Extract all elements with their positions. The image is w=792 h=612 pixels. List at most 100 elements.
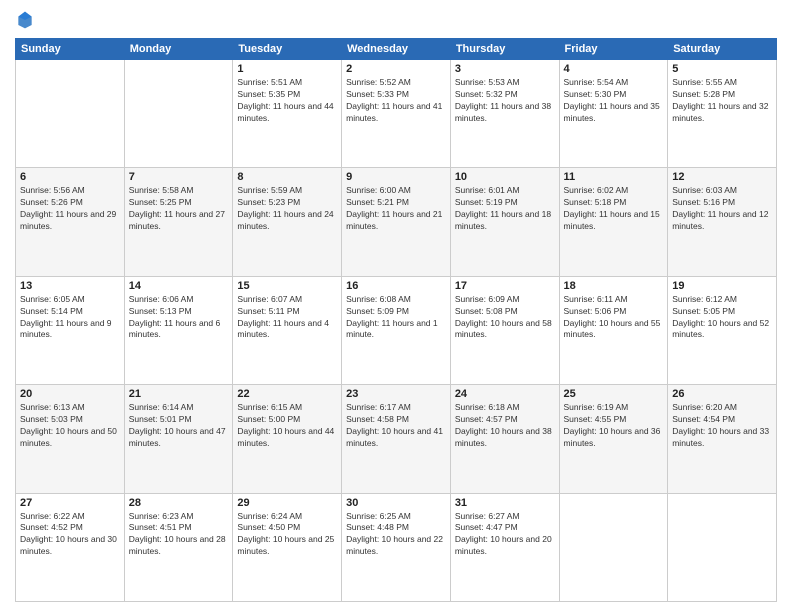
calendar-cell: 18 Sunrise: 6:11 AM Sunset: 5:06 PM Dayli… [559,276,668,384]
day-number: 20 [20,388,120,400]
day-info: Sunrise: 6:02 AM Sunset: 5:18 PM Dayligh… [564,185,664,233]
day-number: 29 [237,497,337,509]
calendar-cell: 10 Sunrise: 6:01 AM Sunset: 5:19 PM Dayli… [450,168,559,276]
logo-icon [15,10,35,30]
calendar-cell: 24 Sunrise: 6:18 AM Sunset: 4:57 PM Dayli… [450,385,559,493]
day-number: 1 [237,63,337,75]
day-info: Sunrise: 5:51 AM Sunset: 5:35 PM Dayligh… [237,77,337,125]
day-number: 7 [129,171,229,183]
day-info: Sunrise: 6:00 AM Sunset: 5:21 PM Dayligh… [346,185,446,233]
day-info: Sunrise: 6:13 AM Sunset: 5:03 PM Dayligh… [20,402,120,450]
weekday-header: Sunday [16,39,125,60]
weekday-header: Thursday [450,39,559,60]
day-info: Sunrise: 6:01 AM Sunset: 5:19 PM Dayligh… [455,185,555,233]
calendar-week-row: 20 Sunrise: 6:13 AM Sunset: 5:03 PM Dayli… [16,385,777,493]
calendar: SundayMondayTuesdayWednesdayThursdayFrid… [15,38,777,602]
day-info: Sunrise: 6:19 AM Sunset: 4:55 PM Dayligh… [564,402,664,450]
calendar-cell: 30Sunrise: 6:25 AM Sunset: 4:48 PM Dayli… [342,493,451,601]
calendar-cell [16,60,125,168]
calendar-cell: 8 Sunrise: 5:59 AM Sunset: 5:23 PM Daylig… [233,168,342,276]
day-number: 24 [455,388,555,400]
calendar-cell: 21 Sunrise: 6:14 AM Sunset: 5:01 PM Dayli… [124,385,233,493]
day-number: 3 [455,63,555,75]
calendar-cell: 23 Sunrise: 6:17 AM Sunset: 4:58 PM Dayli… [342,385,451,493]
calendar-cell: 7Sunrise: 5:58 AM Sunset: 5:25 PM Daylig… [124,168,233,276]
calendar-week-row: 6 Sunrise: 5:56 AM Sunset: 5:26 PM Daylig… [16,168,777,276]
calendar-cell: 4 Sunrise: 5:54 AM Sunset: 5:30 PM Daylig… [559,60,668,168]
day-info: Sunrise: 6:27 AM Sunset: 4:47 PM Dayligh… [455,511,555,559]
calendar-week-row: 13Sunrise: 6:05 AM Sunset: 5:14 PM Dayli… [16,276,777,384]
day-number: 21 [129,388,229,400]
day-number: 10 [455,171,555,183]
calendar-cell: 28Sunrise: 6:23 AM Sunset: 4:51 PM Dayli… [124,493,233,601]
weekday-header: Friday [559,39,668,60]
day-number: 9 [346,171,446,183]
calendar-cell: 25Sunrise: 6:19 AM Sunset: 4:55 PM Dayli… [559,385,668,493]
day-number: 8 [237,171,337,183]
day-number: 16 [346,280,446,292]
day-info: Sunrise: 5:52 AM Sunset: 5:33 PM Dayligh… [346,77,446,125]
day-number: 5 [672,63,772,75]
day-number: 12 [672,171,772,183]
day-info: Sunrise: 6:25 AM Sunset: 4:48 PM Dayligh… [346,511,446,559]
day-number: 23 [346,388,446,400]
day-info: Sunrise: 6:15 AM Sunset: 5:00 PM Dayligh… [237,402,337,450]
calendar-week-row: 27Sunrise: 6:22 AM Sunset: 4:52 PM Dayli… [16,493,777,601]
calendar-cell: 2 Sunrise: 5:52 AM Sunset: 5:33 PM Daylig… [342,60,451,168]
day-number: 27 [20,497,120,509]
day-info: Sunrise: 5:59 AM Sunset: 5:23 PM Dayligh… [237,185,337,233]
day-number: 2 [346,63,446,75]
calendar-cell [124,60,233,168]
calendar-cell: 15 Sunrise: 6:07 AM Sunset: 5:11 PM Dayli… [233,276,342,384]
day-info: Sunrise: 6:03 AM Sunset: 5:16 PM Dayligh… [672,185,772,233]
weekday-header: Wednesday [342,39,451,60]
calendar-cell: 14 Sunrise: 6:06 AM Sunset: 5:13 PM Dayli… [124,276,233,384]
day-info: Sunrise: 6:11 AM Sunset: 5:06 PM Dayligh… [564,294,664,342]
day-info: Sunrise: 6:17 AM Sunset: 4:58 PM Dayligh… [346,402,446,450]
day-number: 26 [672,388,772,400]
day-info: Sunrise: 6:14 AM Sunset: 5:01 PM Dayligh… [129,402,229,450]
day-number: 14 [129,280,229,292]
calendar-cell: 6 Sunrise: 5:56 AM Sunset: 5:26 PM Daylig… [16,168,125,276]
calendar-header-row: SundayMondayTuesdayWednesdayThursdayFrid… [16,39,777,60]
day-info: Sunrise: 5:53 AM Sunset: 5:32 PM Dayligh… [455,77,555,125]
calendar-cell: 19 Sunrise: 6:12 AM Sunset: 5:05 PM Dayli… [668,276,777,384]
calendar-cell: 29 Sunrise: 6:24 AM Sunset: 4:50 PM Dayli… [233,493,342,601]
day-info: Sunrise: 6:20 AM Sunset: 4:54 PM Dayligh… [672,402,772,450]
day-number: 4 [564,63,664,75]
day-info: Sunrise: 5:56 AM Sunset: 5:26 PM Dayligh… [20,185,120,233]
day-info: Sunrise: 6:07 AM Sunset: 5:11 PM Dayligh… [237,294,337,342]
day-number: 15 [237,280,337,292]
day-info: Sunrise: 5:54 AM Sunset: 5:30 PM Dayligh… [564,77,664,125]
calendar-cell: 12 Sunrise: 6:03 AM Sunset: 5:16 PM Dayli… [668,168,777,276]
calendar-cell: 26 Sunrise: 6:20 AM Sunset: 4:54 PM Dayli… [668,385,777,493]
day-info: Sunrise: 6:09 AM Sunset: 5:08 PM Dayligh… [455,294,555,342]
calendar-cell: 3 Sunrise: 5:53 AM Sunset: 5:32 PM Daylig… [450,60,559,168]
calendar-cell: 11 Sunrise: 6:02 AM Sunset: 5:18 PM Dayli… [559,168,668,276]
calendar-cell [559,493,668,601]
day-info: Sunrise: 6:06 AM Sunset: 5:13 PM Dayligh… [129,294,229,342]
day-info: Sunrise: 6:12 AM Sunset: 5:05 PM Dayligh… [672,294,772,342]
day-number: 13 [20,280,120,292]
calendar-cell: 17Sunrise: 6:09 AM Sunset: 5:08 PM Dayli… [450,276,559,384]
day-info: Sunrise: 6:24 AM Sunset: 4:50 PM Dayligh… [237,511,337,559]
weekday-header: Saturday [668,39,777,60]
header [15,10,777,30]
weekday-header: Monday [124,39,233,60]
calendar-cell: 27Sunrise: 6:22 AM Sunset: 4:52 PM Dayli… [16,493,125,601]
day-number: 22 [237,388,337,400]
calendar-cell: 22 Sunrise: 6:15 AM Sunset: 5:00 PM Dayli… [233,385,342,493]
calendar-cell: 5 Sunrise: 5:55 AM Sunset: 5:28 PM Daylig… [668,60,777,168]
day-info: Sunrise: 6:18 AM Sunset: 4:57 PM Dayligh… [455,402,555,450]
day-info: Sunrise: 6:08 AM Sunset: 5:09 PM Dayligh… [346,294,446,342]
day-number: 6 [20,171,120,183]
calendar-cell [668,493,777,601]
day-info: Sunrise: 5:55 AM Sunset: 5:28 PM Dayligh… [672,77,772,125]
logo [15,10,39,30]
calendar-cell: 9 Sunrise: 6:00 AM Sunset: 5:21 PM Daylig… [342,168,451,276]
day-number: 19 [672,280,772,292]
weekday-header: Tuesday [233,39,342,60]
day-number: 18 [564,280,664,292]
day-number: 11 [564,171,664,183]
calendar-cell: 31Sunrise: 6:27 AM Sunset: 4:47 PM Dayli… [450,493,559,601]
